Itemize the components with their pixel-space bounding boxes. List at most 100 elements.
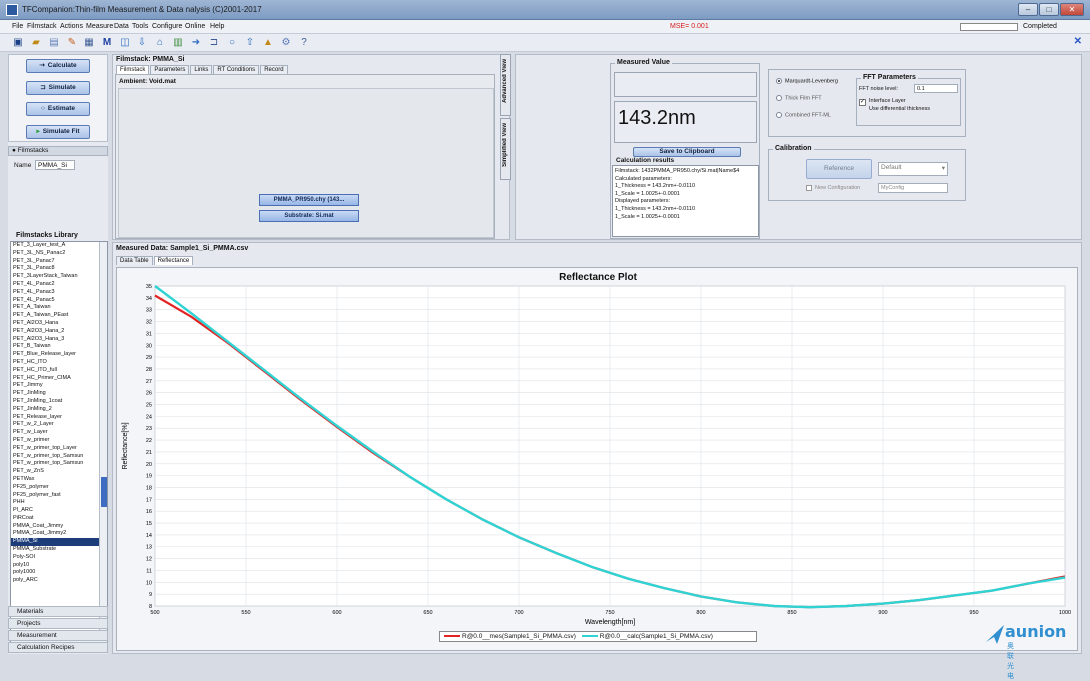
report-icon[interactable]: ▦ (83, 37, 95, 49)
radio-marquardt[interactable]: Marquardt-Levenberg (776, 78, 838, 84)
library-item[interactable]: PET_Release_layer (11, 414, 99, 422)
library-item[interactable]: PET_B_Taiwan (11, 343, 99, 351)
circle-icon[interactable]: ○ (226, 37, 238, 49)
tools-icon[interactable]: ⚙ (280, 37, 292, 49)
library-item[interactable]: PET_3LayerStack_Taiwan (11, 273, 99, 281)
tab-filmstack[interactable]: Filmstack (116, 65, 150, 74)
library-item[interactable]: PETWax (11, 476, 99, 484)
library-item[interactable]: PET_HC_ITO_full (11, 367, 99, 375)
new-icon[interactable]: ▤ (48, 37, 60, 49)
library-item[interactable]: PET_w_2_Layer (11, 421, 99, 429)
library-item[interactable]: PET_3L_Panac8 (11, 265, 99, 273)
library-item[interactable]: poly10 (11, 562, 99, 570)
tab-links[interactable]: Links (190, 65, 213, 74)
scroll-thumb[interactable] (101, 477, 107, 507)
arrow-right-icon[interactable]: ➜ (190, 37, 202, 49)
filmstacks-library-list[interactable]: PET_3_Layer_test_A PET_3L_NS_Panac2 PET_3L… (10, 241, 108, 645)
close-icon[interactable]: ✕ (1074, 36, 1082, 47)
help-icon[interactable]: ? (298, 37, 310, 49)
stack-icon[interactable]: ▲ (262, 37, 274, 49)
radio-combined-fft-ml[interactable]: Combined FFT-ML (776, 112, 831, 118)
section-measurement[interactable]: Measurement (8, 630, 108, 641)
library-item[interactable]: PiRCoat (11, 515, 99, 523)
library-item[interactable]: PET_JinMing_1coat (11, 398, 99, 406)
layer-button[interactable]: PMMA_PR950.chy (143... (259, 194, 359, 206)
library-item[interactable]: PET_JinMing_2 (11, 406, 99, 414)
chart-icon[interactable]: ▥ (172, 37, 184, 49)
reference-button[interactable]: Reference (806, 159, 872, 179)
menu-filmstack[interactable]: Filmstack (27, 23, 57, 30)
menu-measure[interactable]: Measure (86, 23, 113, 30)
menu-configure[interactable]: Configure (152, 23, 182, 30)
substrate-button[interactable]: Substrate: Si.mat (259, 210, 359, 222)
tab-advanced-view[interactable]: Advanced View (500, 54, 511, 116)
radio-thick-film-fft[interactable]: Thick Film FFT (776, 95, 822, 101)
library-item[interactable]: poly_ARC (11, 577, 99, 585)
library-item[interactable]: PMMA_Coat_Jimmy2 (11, 530, 99, 538)
library-item[interactable]: PET_w_primer_top_Samsun (11, 453, 99, 461)
library-item[interactable]: PET_4L_Panac2 (11, 281, 99, 289)
library-item[interactable]: PET_w_primer_top_Layer (11, 445, 99, 453)
library-item[interactable]: PET_Al2O3_Hana_3 (11, 336, 99, 344)
library-item[interactable]: PET_JinMing (11, 390, 99, 398)
library-item[interactable]: PMMA_Si (11, 538, 99, 547)
simulate-icon[interactable]: ⊐ (208, 37, 220, 49)
library-item[interactable]: PET_Al2O3_Hana_2 (11, 328, 99, 336)
menu-actions[interactable]: Actions (60, 23, 83, 30)
library-item[interactable]: PET_A_Taiwan_PEast (11, 312, 99, 320)
library-item[interactable]: PET_w_ZnS (11, 468, 99, 476)
section-projects[interactable]: Projects (8, 618, 108, 629)
menu-file[interactable]: File (12, 23, 23, 30)
close-window-button[interactable]: ✕ (1060, 3, 1084, 16)
library-item[interactable]: PHH (11, 499, 99, 507)
m-icon[interactable]: M (101, 37, 113, 49)
library-item[interactable]: PET_Jimmy (11, 382, 99, 390)
home-icon[interactable]: ⌂ (154, 37, 166, 49)
library-item[interactable]: PMMA_Coat_Jimmy (11, 523, 99, 531)
up-icon[interactable]: ⇧ (244, 37, 256, 49)
library-item[interactable]: PET_3_Layer_test_A (11, 242, 99, 250)
library-item[interactable]: PET_w_Layer (11, 429, 99, 437)
edit-icon[interactable]: ✎ (66, 37, 78, 49)
layers-icon[interactable]: ◫ (119, 37, 131, 49)
calculate-button[interactable]: ⇢ Calculate (26, 59, 90, 73)
library-item[interactable]: PF25_polymer_fast (11, 492, 99, 500)
library-item[interactable]: PET_HC_Primer_CIMA (11, 375, 99, 383)
library-item[interactable]: PMMA_Substrate (11, 546, 99, 554)
simulate-fit-button[interactable]: ▸ Simulate Fit (26, 125, 90, 139)
new-configuration-checkbox[interactable] (806, 185, 812, 191)
library-item[interactable]: PET_4L_Panac3 (11, 289, 99, 297)
section-materials[interactable]: Materials (8, 606, 108, 617)
library-item[interactable]: PET_w_primer (11, 437, 99, 445)
library-item[interactable]: poly1000 (11, 569, 99, 577)
library-item[interactable]: PET_3L_Panac7 (11, 258, 99, 266)
fft-noise-input[interactable]: 0.1 (914, 84, 958, 93)
tab-record[interactable]: Record (260, 65, 288, 74)
estimate-button[interactable]: ○ Estimate (26, 102, 90, 116)
save-icon[interactable]: ▣ (12, 37, 24, 49)
menu-online[interactable]: Online (185, 23, 205, 30)
library-item[interactable]: PET_3L_NS_Panac2 (11, 250, 99, 258)
filmstacks-section-header[interactable]: ● Filmstacks (8, 146, 108, 156)
library-item[interactable]: Poly-SOI (11, 554, 99, 562)
tab-reflectance[interactable]: Reflectance (153, 256, 194, 265)
calibration-default-select[interactable]: Default ▾ (878, 162, 948, 176)
menu-tools[interactable]: Tools (132, 23, 148, 30)
library-scrollbar[interactable] (99, 242, 107, 644)
menu-data[interactable]: Data (114, 23, 129, 30)
down-icon[interactable]: ⇩ (136, 37, 148, 49)
tab-data-table[interactable]: Data Table (116, 256, 153, 265)
library-item[interactable]: PF25_polymer (11, 484, 99, 492)
calculation-results-box[interactable]: Filmstack: 1432PMMA_PR950.chy/Si.mat|Nam… (612, 165, 759, 237)
library-item[interactable]: PET_Blue_Release_layer (11, 351, 99, 359)
tab-simplified-view[interactable]: Simplified View (500, 118, 511, 180)
tab-parameters[interactable]: Parameters (150, 65, 190, 74)
library-item[interactable]: PET_Al2O3_Hana (11, 320, 99, 328)
menu-help[interactable]: Help (210, 23, 224, 30)
open-icon[interactable]: ▰ (30, 37, 42, 49)
config-name-input[interactable]: MyConfig (878, 183, 948, 193)
section-calculation-recipes[interactable]: Calculation Recipes (8, 642, 108, 653)
interface-layer-checkbox[interactable]: ✓ (859, 99, 866, 106)
save-to-clipboard-button[interactable]: Save to Clipboard (633, 147, 741, 157)
library-item[interactable]: PI_ARC (11, 507, 99, 515)
